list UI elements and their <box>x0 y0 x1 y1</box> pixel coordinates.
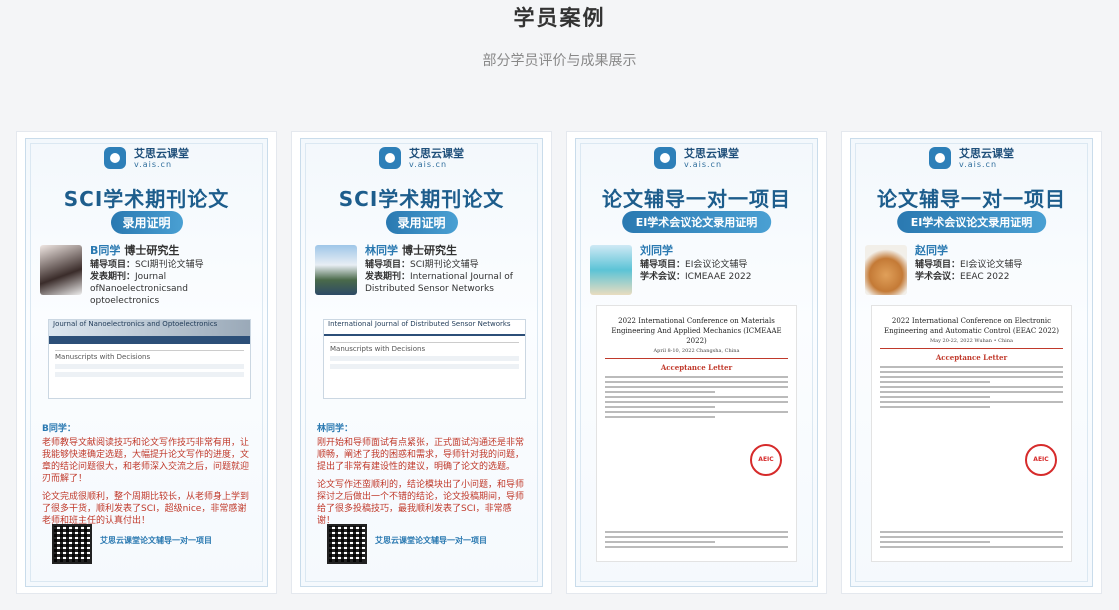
certificate: 艾思云课堂 v.ais.cn SCI学术期刊论文 录用证明 林同学 博士研究生 辅导… <box>300 138 543 587</box>
conference-name: 2022 International Conference on Electro… <box>884 317 1059 335</box>
brand-logo: 艾思云课堂 v.ais.cn <box>576 147 817 175</box>
brand-logo: 艾思云课堂 v.ais.cn <box>26 147 267 175</box>
brand-logo-icon <box>378 147 401 169</box>
qr-code <box>52 524 92 564</box>
case-card-3[interactable]: 艾思云课堂 v.ais.cn 论文辅导一对一项目 EI学术会议论文录用证明 刘同学… <box>566 131 827 594</box>
case-card-2[interactable]: 艾思云课堂 v.ais.cn SCI学术期刊论文 录用证明 林同学 博士研究生 辅导… <box>291 131 552 594</box>
student-profile: 林同学 博士研究生 辅导项目：SCI期刊论文辅导 发表期刊：Internation… <box>315 245 532 301</box>
journal-screenshot: Journal of Nanoelectronics and Optoelect… <box>48 319 251 399</box>
card-title: SCI学术期刊论文 <box>63 187 230 211</box>
case-card-4[interactable]: 艾思云课堂 v.ais.cn 论文辅导一对一项目 EI学术会议论文录用证明 赵同学… <box>841 131 1102 594</box>
avatar <box>40 245 82 295</box>
student-profile: 赵同学 辅导项目：EI会议论文辅导 学术会议：EEAC 2022 <box>865 245 1082 301</box>
card-badge: 录用证明 <box>385 211 458 234</box>
case-card-1[interactable]: 艾思云课堂 v.ais.cn SCI学术期刊论文 录用证明 B同学 博士研究生 辅导… <box>16 131 277 594</box>
official-stamp: AEIC <box>1025 444 1057 476</box>
conference-name: 2022 International Conference on Materia… <box>611 317 782 345</box>
acceptance-letter: 2022 International Conference on Electro… <box>871 305 1072 562</box>
card-badge: EI学术会议论文录用证明 <box>621 211 772 233</box>
student-profile: B同学 博士研究生 辅导项目：SCI期刊论文辅导 发表期刊：Journal ofN… <box>40 244 257 306</box>
certificate: 艾思云课堂 v.ais.cn 论文辅导一对一项目 EI学术会议论文录用证明 刘同学… <box>575 138 818 587</box>
student-degree: 博士研究生 <box>402 244 457 257</box>
letter-heading: Acceptance Letter <box>935 353 1008 362</box>
avatar <box>315 245 357 295</box>
avatar <box>865 245 907 295</box>
conference-date: May 20-22, 2022 Wuhan • China <box>930 338 1013 344</box>
journal-screenshot: International Journal of Distributed Sen… <box>323 319 526 399</box>
avatar <box>590 245 632 295</box>
brand-logo: 艾思云课堂 v.ais.cn <box>851 147 1092 175</box>
brand-logo-icon <box>928 147 951 169</box>
card-badge: EI学术会议论文录用证明 <box>896 211 1047 233</box>
footer-text: 艾思云课堂论文辅导一对一项目 <box>375 536 487 545</box>
letter-heading: Acceptance Letter <box>660 363 733 372</box>
student-name: B同学 <box>90 244 121 257</box>
student-degree: 博士研究生 <box>124 244 180 257</box>
conference-date: April 8-10, 2022 Changsha, China <box>653 348 740 354</box>
card-title: 论文辅导一对一项目 <box>602 187 791 211</box>
student-profile: 刘同学 辅导项目：EI会议论文辅导 学术会议：ICMEAAE 2022 <box>590 245 807 301</box>
brand-logo-icon <box>103 147 126 169</box>
acceptance-letter: 2022 International Conference on Materia… <box>596 305 797 562</box>
official-stamp: AEIC <box>750 444 782 476</box>
section-title: 学员案例 <box>513 6 606 30</box>
footer-text: 艾思云课堂论文辅导一对一项目 <box>100 536 212 545</box>
brand-logo: 艾思云课堂 v.ais.cn <box>301 147 542 175</box>
student-name: 刘同学 <box>640 244 673 257</box>
certificate: 艾思云课堂 v.ais.cn SCI学术期刊论文 录用证明 B同学 博士研究生 辅导… <box>25 138 268 587</box>
card-title: 论文辅导一对一项目 <box>877 187 1066 211</box>
student-name: 赵同学 <box>915 244 948 257</box>
card-badge: 录用证明 <box>110 211 183 234</box>
card-title: SCI学术期刊论文 <box>338 187 505 211</box>
student-name: 林同学 <box>365 244 398 257</box>
brand-logo-icon <box>653 147 676 169</box>
student-review: 林同学： 刚开始和导师面试有点紧张，正式面试沟通还是非常顺畅，阐述了我的困惑和需… <box>317 424 525 526</box>
section-subtitle: 部分学员评价与成果展示 <box>482 53 637 69</box>
certificate: 艾思云课堂 v.ais.cn 论文辅导一对一项目 EI学术会议论文录用证明 赵同学… <box>850 138 1093 587</box>
case-cards: 艾思云课堂 v.ais.cn SCI学术期刊论文 录用证明 B同学 博士研究生 辅导… <box>16 131 1104 594</box>
qr-code <box>327 524 367 564</box>
student-review: B同学： 老师教导文献阅读技巧和论文写作技巧非常有用，让我能够快速确定选题，大幅… <box>42 424 250 526</box>
